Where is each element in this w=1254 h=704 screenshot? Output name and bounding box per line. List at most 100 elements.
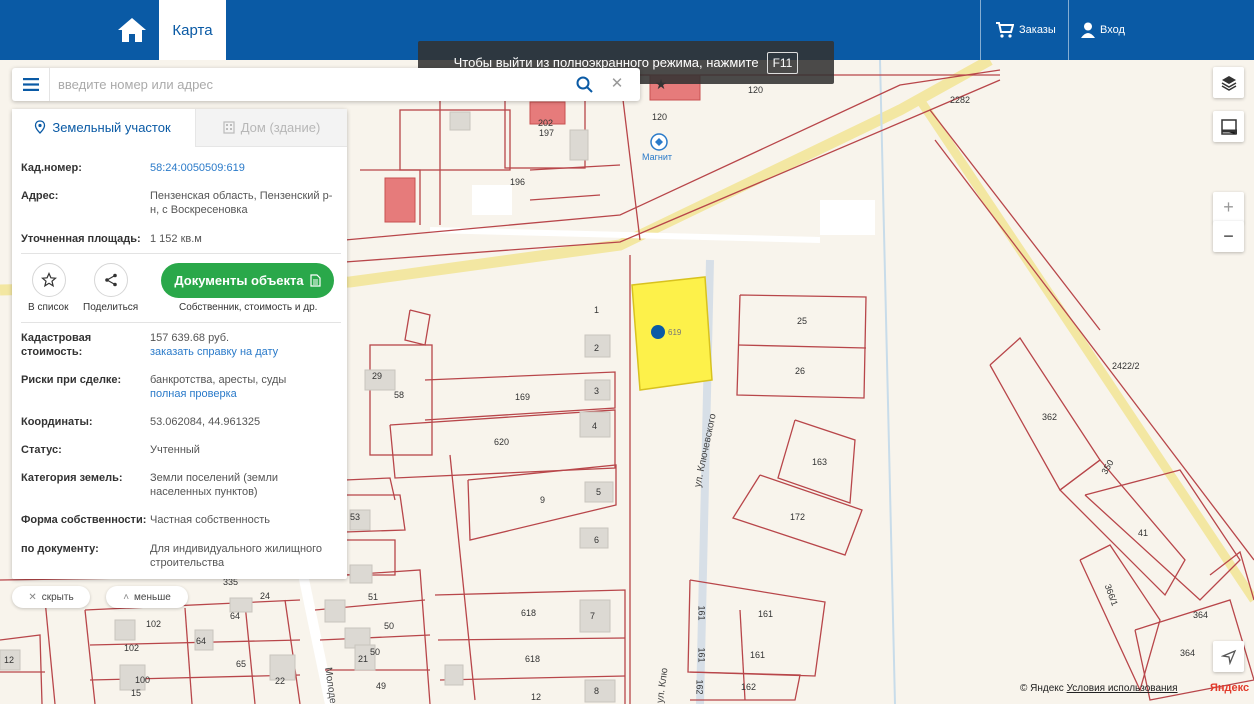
favorite-button[interactable] xyxy=(32,263,66,297)
ownership-value: Частная собственность xyxy=(150,514,271,526)
cadastral-value: 157 639.68 руб. xyxy=(150,332,230,344)
divider xyxy=(21,322,341,323)
map-label: 2 xyxy=(594,343,600,353)
coordinates-row: Координаты: 53.062084, 44.961325 xyxy=(21,415,341,431)
home-icon xyxy=(118,18,146,42)
share-button[interactable] xyxy=(94,263,128,297)
prop-label: Статус: xyxy=(21,444,62,456)
favorite-caption: В список xyxy=(28,302,69,313)
cadastral-number-row: Кад.номер: 58:24:0050509:619 xyxy=(21,161,341,177)
share-caption: Поделиться xyxy=(83,302,139,313)
map-label: 58 xyxy=(394,390,405,400)
prop-label: по документу: xyxy=(21,543,99,555)
search-icon[interactable] xyxy=(575,75,595,95)
map-label: 120 xyxy=(748,85,764,95)
star-icon[interactable]: ★ xyxy=(652,76,670,94)
prop-label: Кадастровая стоимость: xyxy=(21,332,92,358)
search-input[interactable] xyxy=(58,74,558,95)
copyright-text: © Яндекс xyxy=(1020,683,1064,694)
yandex-logo: Яндекс xyxy=(1210,682,1250,694)
map-label: 7 xyxy=(590,611,596,621)
tab-map[interactable]: Карта xyxy=(159,0,226,60)
close-icon: ✕ xyxy=(28,591,37,603)
map-label: 21 xyxy=(358,654,369,664)
tab-land-plot[interactable]: Земельный участок xyxy=(12,109,193,147)
map-label: 202 xyxy=(538,118,554,128)
prop-label: Категория земель: xyxy=(21,472,123,484)
location-pin-icon xyxy=(35,120,46,134)
login-label: Вход xyxy=(1100,24,1125,36)
document-icon xyxy=(310,274,321,287)
map-label: 24 xyxy=(260,591,271,601)
hide-panel-button[interactable]: ✕ скрыть xyxy=(12,586,90,608)
prop-label: Адрес: xyxy=(21,190,59,202)
order-certificate-link[interactable]: заказать справку на дату xyxy=(150,345,340,359)
map-label: 100 xyxy=(135,675,151,685)
map-label: 362 xyxy=(1042,412,1058,422)
share-icon xyxy=(105,273,117,287)
address-value: Пензенская область, Пензенский р-н, с Во… xyxy=(150,190,333,216)
terms-link[interactable]: Условия использования xyxy=(1067,683,1178,694)
map-label: 163 xyxy=(812,457,828,467)
zoom-out-button[interactable]: − xyxy=(1213,221,1244,252)
map-label: 12 xyxy=(531,692,542,702)
risks-value: банкротства, аресты, суды xyxy=(150,374,287,386)
orders-button[interactable]: Заказы xyxy=(996,18,1056,42)
cadastral-number-value[interactable]: 58:24:0050509:619 xyxy=(150,161,340,175)
prop-label: Уточненная площадь: xyxy=(21,233,141,245)
login-button[interactable]: Вход xyxy=(1081,18,1125,42)
coordinates-value: 53.062084, 44.961325 xyxy=(150,416,261,428)
collapse-panel-button[interactable]: ˄ меньше xyxy=(106,586,188,608)
map-label: 364 xyxy=(1193,610,1209,620)
map-label: 161 xyxy=(758,609,774,619)
header-divider xyxy=(1068,0,1069,60)
map-label: 50 xyxy=(370,647,381,657)
fullscreen-hint-key: F11 xyxy=(766,51,799,74)
hide-label: скрыть xyxy=(41,591,74,603)
location-marker[interactable] xyxy=(651,325,665,339)
cart-icon xyxy=(996,22,1014,38)
home-button[interactable] xyxy=(112,12,152,48)
map-label: 620 xyxy=(494,437,510,447)
map-label: 161 xyxy=(750,650,766,660)
hamburger-icon xyxy=(22,78,39,91)
copyright: © Яндекс Условия использования xyxy=(1020,683,1178,694)
map-label: 15 xyxy=(131,688,142,698)
map-label: 364 xyxy=(1180,648,1196,658)
chevron-up-icon: ˄ xyxy=(123,591,130,603)
prop-label: Риски при сделке: xyxy=(21,374,122,386)
layers-button[interactable] xyxy=(1213,67,1244,98)
map-label: 50 xyxy=(384,621,395,631)
map-label: 172 xyxy=(790,512,806,522)
close-icon[interactable]: ✕ xyxy=(609,76,625,92)
map-label: 618 xyxy=(525,654,541,664)
layers-icon xyxy=(1221,75,1236,91)
area-row: Уточненная площадь: 1 152 кв.м xyxy=(21,232,341,248)
risks-row: Риски при сделке: банкротства, аресты, с… xyxy=(21,373,341,403)
locate-button[interactable] xyxy=(1213,641,1244,672)
map-label: 162 xyxy=(741,682,757,692)
map-label: 9 xyxy=(540,495,546,505)
full-check-link[interactable]: полная проверка xyxy=(150,387,340,401)
map-label: 618 xyxy=(521,608,537,618)
map-label: 51 xyxy=(368,592,379,602)
object-documents-button[interactable]: Документы объекта xyxy=(161,263,334,298)
map-label: 161 xyxy=(696,605,707,621)
zoom-in-button[interactable]: + xyxy=(1213,192,1244,223)
map-label: 3 xyxy=(594,386,600,396)
cadastral-value-row: Кадастровая стоимость: 157 639.68 руб. з… xyxy=(21,331,341,361)
menu-button[interactable] xyxy=(12,68,50,101)
map-label: 64 xyxy=(230,611,241,621)
tab-building[interactable]: Дом (здание) xyxy=(195,109,347,147)
ownership-row: Форма собственности: Частная собственнос… xyxy=(21,513,341,529)
header-divider xyxy=(980,0,981,60)
map-label: 41 xyxy=(1138,528,1149,538)
map-label: 6 xyxy=(594,535,600,545)
docs-button-label: Документы объекта xyxy=(174,273,304,288)
map-label: 2422/2 xyxy=(1112,361,1140,371)
frame-button[interactable] xyxy=(1213,111,1244,142)
tab-building-label: Дом (здание) xyxy=(240,120,321,135)
map-label: 25 xyxy=(797,316,808,326)
map-label: 1 xyxy=(594,305,600,315)
address-row: Адрес: Пензенская область, Пензенский р-… xyxy=(21,189,341,219)
